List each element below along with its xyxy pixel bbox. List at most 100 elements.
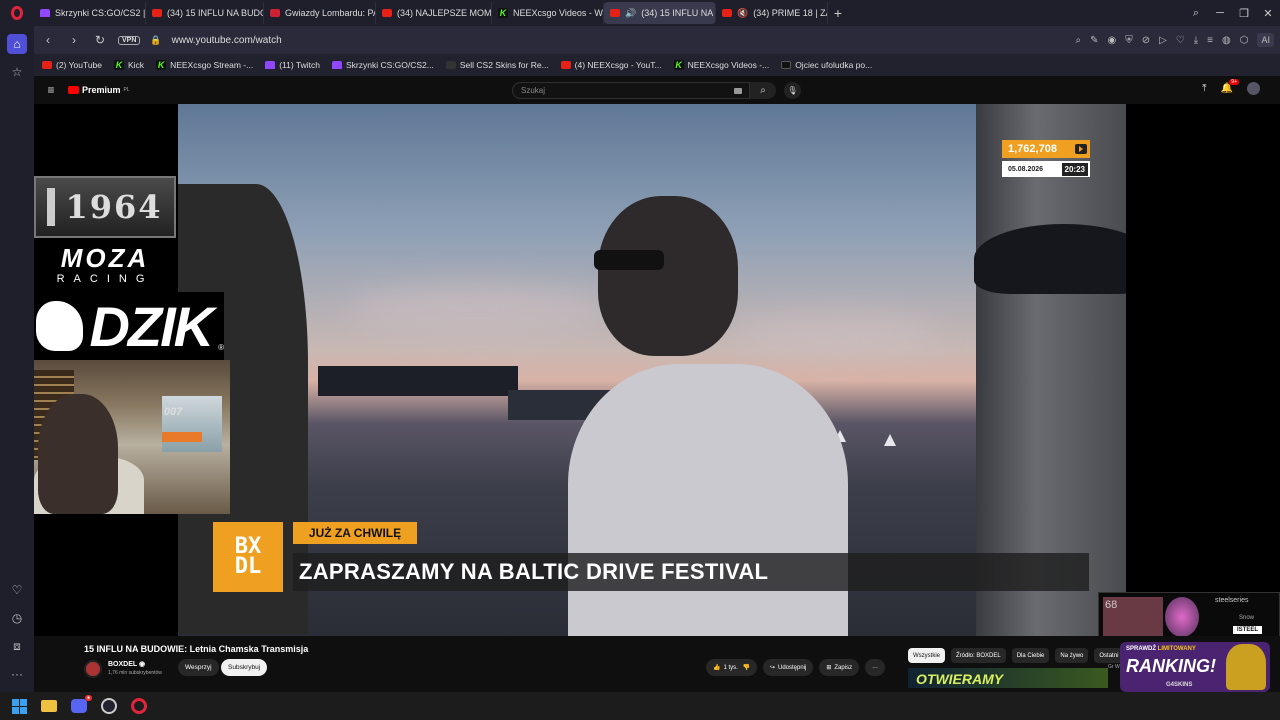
- upload-icon[interactable]: ⤒: [1202, 83, 1206, 94]
- g4skins-ad[interactable]: SPRAWDŹ LIMITOWANY RANKING! G4SKINS: [1120, 642, 1270, 692]
- bookmark[interactable]: K Kick: [114, 60, 144, 70]
- channel-name[interactable]: BOXDEL ◉: [108, 660, 145, 668]
- windows-start-icon[interactable]: [10, 697, 28, 715]
- minimize-icon[interactable]: ─: [1208, 0, 1232, 26]
- tab[interactable]: (34) 15 INFLU NA BUDOW: [146, 2, 264, 24]
- video-title: 15 INFLU NA BUDOWIE: Letnia Chamska Tran…: [84, 644, 309, 654]
- youtube-header-actions: ⤒ 🔔 9+: [1202, 79, 1260, 95]
- bookmark[interactable]: Skrzynki CS:GO/CS2...: [332, 60, 434, 70]
- steam-icon[interactable]: [100, 697, 118, 715]
- camera-icon[interactable]: ◉: [1107, 35, 1116, 46]
- video-player[interactable]: 1964 MOZA RACING DZIK ® 007 1,762,708 05…: [34, 104, 1280, 640]
- bookmark[interactable]: (4) NEEXcsgo - YouT...: [560, 60, 662, 70]
- window: [162, 396, 222, 452]
- bookmark[interactable]: Sell CS2 Skins for Re...: [445, 60, 549, 70]
- support-button[interactable]: Wesprzyj: [178, 659, 219, 676]
- youtube-icon: [42, 61, 52, 69]
- opera-icon[interactable]: [130, 697, 148, 715]
- search-button[interactable]: ⌕: [750, 82, 776, 99]
- more-icon[interactable]: ···: [7, 664, 27, 684]
- soon-tag: JUŻ ZA CHWILĘ: [293, 522, 417, 544]
- adblock-icon[interactable]: ⊘: [1142, 35, 1150, 46]
- subscribe-button[interactable]: Subskrybuj: [221, 659, 268, 676]
- logo-dzik: DZIK ®: [34, 292, 224, 360]
- youtube-icon: [722, 9, 732, 17]
- edit-icon[interactable]: ✎: [1090, 35, 1098, 46]
- opera-menu-icon[interactable]: [0, 0, 34, 26]
- search-input[interactable]: Szukaj: [512, 82, 750, 99]
- webcam-sign: 007: [164, 406, 183, 418]
- recommendation-chips: Wszystkie Źródło: BOXDEL Dla Ciebie Na ż…: [908, 648, 1124, 663]
- mute-icon[interactable]: 🔇: [737, 8, 748, 19]
- tab[interactable]: KNEEXcsgo Videos - Watch: [492, 2, 604, 24]
- bookmark[interactable]: (11) Twitch: [265, 60, 320, 70]
- ad-brand: G4SKINS: [1166, 682, 1193, 688]
- history-icon[interactable]: ◷: [7, 608, 27, 628]
- reload-icon[interactable]: ↻: [92, 33, 108, 47]
- ai-button[interactable]: AI: [1257, 33, 1274, 47]
- tab-active[interactable]: 🔊(34) 15 INFLU NA BUD: [604, 2, 716, 24]
- menu-icon[interactable]: ≡: [1207, 35, 1213, 46]
- tab[interactable]: Gwiazdy Lombardu: PACZ: [264, 2, 376, 24]
- logo-moza-racing: MOZA RACING: [34, 244, 176, 290]
- youtube-logo[interactable]: Premium PL: [68, 85, 130, 95]
- hamburger-menu-icon[interactable]: ≡: [34, 83, 68, 97]
- views-badge: 1,762,708: [1002, 140, 1090, 158]
- discord-icon[interactable]: ●: [70, 695, 92, 715]
- bookmark[interactable]: Ojciec ufoludka po...: [781, 60, 872, 70]
- bookmark[interactable]: K NEEXcsgo Videos -...: [673, 60, 769, 70]
- search-tabs-icon[interactable]: ⌕: [1184, 0, 1208, 26]
- like-button[interactable]: 👍 1 tys. 👎: [706, 659, 757, 676]
- play-icon[interactable]: ▷: [1159, 35, 1167, 46]
- cloud: [348, 284, 608, 334]
- more-actions-button[interactable]: ···: [865, 659, 886, 676]
- tab[interactable]: 🔇(34) PRIME 18 | ZADYM: [716, 2, 828, 24]
- save-button[interactable]: ⊞ Zapisz: [819, 659, 860, 676]
- notifications-icon[interactable]: 🔔 9+: [1221, 79, 1239, 94]
- tab[interactable]: (34) NAJLEPSZE MOMENT: [376, 2, 492, 24]
- chip-for-you[interactable]: Dla Ciebie: [1011, 648, 1050, 663]
- streamer: [38, 394, 118, 514]
- new-tab-button[interactable]: +: [828, 5, 848, 21]
- sunglasses: [594, 250, 664, 270]
- recommended-thumbnail[interactable]: OTWIERAMY: [908, 668, 1108, 688]
- download-icon[interactable]: ⤓: [1194, 35, 1198, 46]
- heart-icon[interactable]: ♡: [1176, 35, 1185, 46]
- shield-icon[interactable]: ⛨: [1125, 35, 1133, 46]
- microphone-icon[interactable]: 🎙: [784, 82, 801, 99]
- heart-icon[interactable]: ♡: [7, 580, 27, 600]
- keyboard-icon[interactable]: [734, 88, 742, 94]
- close-icon[interactable]: ✕: [1256, 0, 1280, 26]
- profile-icon[interactable]: ◍: [1222, 35, 1231, 46]
- view-counter: 1,762,708 05.08.2026 20:23: [1002, 140, 1090, 180]
- keyboard-key: 68: [1103, 597, 1163, 637]
- avatar[interactable]: [1247, 82, 1260, 95]
- extensions-icon[interactable]: ⧈: [7, 636, 27, 656]
- window-controls: ⌕ ─ ❐ ✕: [1184, 0, 1280, 26]
- channel-avatar[interactable]: [84, 660, 102, 678]
- speed-dial-icon[interactable]: ☆: [7, 62, 27, 82]
- home-icon[interactable]: ⌂: [7, 34, 27, 54]
- vpn-badge[interactable]: VPN: [118, 35, 141, 45]
- file-explorer-icon[interactable]: [40, 697, 58, 715]
- zoom-icon[interactable]: ⌕: [1075, 35, 1081, 46]
- bookmark[interactable]: K NEEXcsgo Stream -...: [156, 60, 253, 70]
- lock-icon[interactable]: 🔒: [150, 35, 161, 46]
- chip-all[interactable]: Wszystkie: [908, 648, 945, 663]
- steelseries-overlay: 68 steelseries Snow ISTEEL: [1098, 592, 1280, 640]
- notification-badge: 9+: [1229, 79, 1239, 85]
- chip-source[interactable]: Źródło: BOXDEL: [951, 648, 1006, 663]
- thumbs-down-icon[interactable]: 👎: [741, 664, 749, 671]
- speaker-icon[interactable]: 🔊: [625, 8, 636, 19]
- share-button[interactable]: ↪ Udostępnij: [762, 659, 814, 676]
- cube-icon[interactable]: ⬡: [1240, 35, 1249, 46]
- forward-icon[interactable]: ›: [66, 33, 82, 47]
- browser-tab-strip: Skrzynki CS:GO/CS2 | G4S (34) 15 INFLU N…: [0, 0, 1280, 26]
- back-icon[interactable]: ‹: [40, 33, 56, 47]
- restore-icon[interactable]: ❐: [1232, 0, 1256, 26]
- url-field[interactable]: www.youtube.com/watch: [172, 35, 282, 46]
- tab[interactable]: Skrzynki CS:GO/CS2 | G4S: [34, 2, 146, 24]
- chip-live[interactable]: Na żywo: [1055, 648, 1089, 663]
- bookmark[interactable]: (2) YouTube: [42, 60, 102, 70]
- heater-umbrella: [974, 224, 1126, 294]
